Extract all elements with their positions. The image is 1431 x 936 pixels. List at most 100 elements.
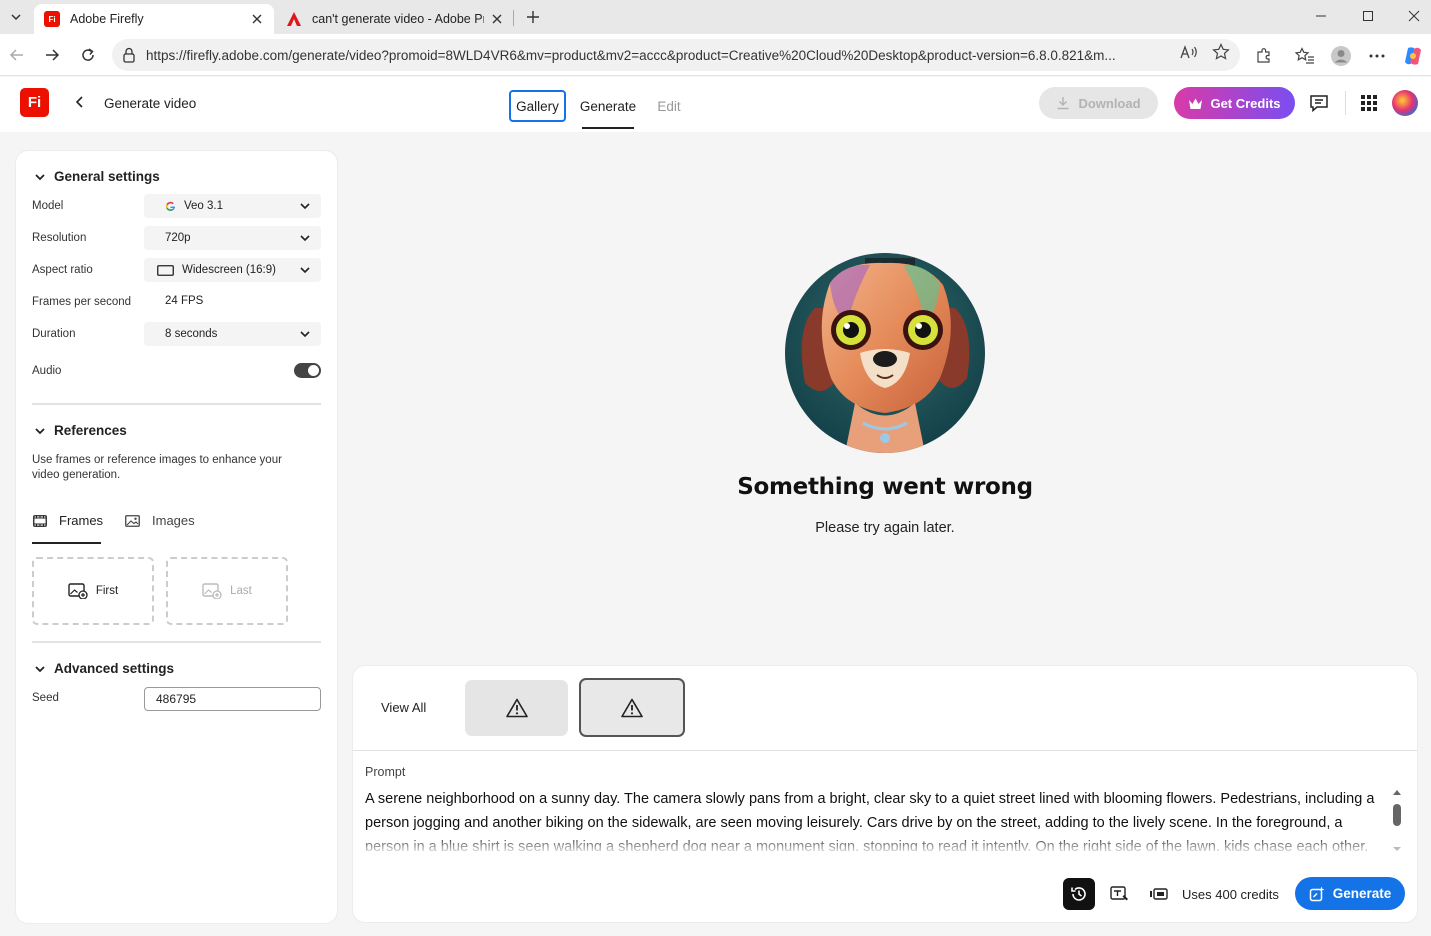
download-button[interactable]: Download	[1039, 87, 1158, 119]
back-button[interactable]	[4, 42, 30, 68]
read-aloud-button[interactable]	[1179, 42, 1199, 62]
tab-frames[interactable]: Frames	[33, 513, 103, 528]
tab-gallery[interactable]: Gallery	[509, 90, 566, 122]
seed-label: Seed	[32, 692, 59, 704]
resolution-value: 720p	[165, 232, 191, 244]
resolution-picker[interactable]: 720p	[144, 226, 321, 250]
scroll-down-icon[interactable]	[1392, 846, 1402, 852]
url-field[interactable]: https://firefly.adobe.com/generate/video…	[112, 39, 1240, 71]
extensions-button[interactable]	[1252, 44, 1276, 68]
camera-motion-button[interactable]	[1142, 878, 1174, 910]
aspect-ratio-label: Aspect ratio	[32, 264, 93, 276]
chevron-down-icon	[300, 331, 310, 338]
references-header[interactable]: References	[34, 423, 127, 438]
browser-tab-bar: Fi Adobe Firefly can't generate video - …	[0, 0, 1431, 34]
app-grid-icon	[1361, 95, 1377, 111]
view-all-link[interactable]: View All	[381, 700, 426, 715]
browser-tab-firefly[interactable]: Fi Adobe Firefly	[34, 4, 274, 34]
first-frame-slot[interactable]: First	[32, 557, 154, 625]
dog-illustration-icon	[785, 253, 985, 453]
close-window-button[interactable]	[1391, 0, 1431, 32]
page-title: Generate video	[104, 96, 197, 111]
active-tab-indicator	[32, 542, 101, 544]
add-image-icon	[202, 583, 222, 599]
favorites-list-icon	[1295, 47, 1314, 64]
refresh-icon	[82, 48, 94, 61]
chevron-down-icon	[35, 665, 45, 672]
audio-label: Audio	[32, 365, 62, 377]
copilot-icon	[1405, 47, 1421, 65]
generation-thumbnail[interactable]	[465, 680, 568, 736]
warning-icon	[505, 698, 528, 718]
model-value: Veo 3.1	[184, 200, 224, 212]
aspect-ratio-picker[interactable]: Widescreen (16:9)	[144, 258, 321, 282]
close-tab-icon[interactable]	[490, 12, 504, 26]
tab-images[interactable]: Images	[125, 513, 195, 528]
new-tab-button[interactable]	[522, 6, 544, 28]
uses-credits-text: Uses 400 credits	[1182, 887, 1279, 902]
seed-input[interactable]: 486795	[144, 687, 321, 711]
tab-list-button[interactable]	[4, 6, 28, 28]
copilot-button[interactable]	[1401, 44, 1425, 68]
profile-icon	[1331, 46, 1351, 66]
feedback-button[interactable]	[1308, 92, 1330, 114]
star-icon	[1212, 43, 1230, 60]
generation-thumbnail-selected[interactable]	[579, 678, 685, 737]
browser-tab-adobe-community[interactable]: can't generate video - Adobe Pro	[276, 4, 514, 34]
back-chevron-icon[interactable]	[72, 94, 88, 110]
error-subtitle: Please try again later.	[815, 520, 955, 536]
fps-label: Frames per second	[32, 296, 132, 308]
maximize-button[interactable]	[1345, 0, 1391, 32]
duration-picker[interactable]: 8 seconds	[144, 322, 321, 346]
advanced-settings-title: Advanced settings	[54, 661, 175, 676]
ellipsis-icon	[1369, 54, 1385, 58]
close-tab-icon[interactable]	[250, 12, 264, 26]
get-credits-button[interactable]: Get Credits	[1174, 87, 1295, 119]
read-aloud-icon	[1180, 45, 1197, 59]
minimize-button[interactable]	[1298, 0, 1344, 32]
scroll-up-icon[interactable]	[1392, 788, 1402, 796]
more-button[interactable]	[1365, 44, 1389, 68]
favorite-button[interactable]	[1211, 42, 1231, 62]
audio-toggle[interactable]	[294, 363, 321, 378]
download-label: Download	[1078, 95, 1141, 111]
prompt-scrollbar[interactable]	[1393, 804, 1401, 826]
apps-button[interactable]	[1358, 92, 1380, 114]
crown-icon	[1189, 98, 1203, 109]
video-camera-icon	[1150, 888, 1168, 900]
tab-edit[interactable]: Edit	[652, 90, 686, 122]
model-label: Model	[32, 200, 64, 212]
get-credits-label: Get Credits	[1210, 95, 1281, 111]
generate-label: Generate	[1332, 886, 1392, 901]
prompt-enhance-button[interactable]	[1104, 878, 1136, 910]
chevron-down-icon	[35, 173, 45, 180]
last-frame-slot[interactable]: Last	[166, 557, 288, 625]
tab-title: can't generate video - Adobe Pro	[312, 12, 484, 26]
favorites-button[interactable]	[1293, 44, 1317, 68]
panel-divider	[353, 750, 1417, 751]
advanced-settings-header[interactable]: Advanced settings	[34, 661, 174, 676]
chevron-down-icon	[300, 267, 310, 274]
last-frame-label: Last	[230, 585, 252, 597]
prompt-history-button[interactable]	[1063, 878, 1095, 910]
widescreen-icon	[157, 264, 174, 276]
text-edit-icon	[1110, 886, 1128, 901]
firefly-favicon-icon: Fi	[44, 11, 60, 27]
user-avatar[interactable]	[1392, 90, 1418, 116]
generate-button[interactable]: Generate	[1295, 877, 1405, 910]
model-picker[interactable]: Veo 3.1	[144, 194, 321, 218]
minimize-icon	[1316, 15, 1326, 17]
chat-bubble-icon	[1310, 95, 1328, 113]
firefly-logo[interactable]: Fi	[20, 88, 49, 117]
refresh-button[interactable]	[75, 42, 101, 68]
general-settings-header[interactable]: General settings	[34, 169, 160, 184]
plus-icon	[527, 11, 539, 23]
chevron-down-icon	[300, 235, 310, 242]
profile-button[interactable]	[1329, 44, 1353, 68]
tab-generate[interactable]: Generate	[578, 90, 638, 129]
fps-value: 24 FPS	[165, 295, 204, 307]
lock-icon	[123, 47, 135, 63]
close-icon	[1408, 10, 1420, 22]
forward-button[interactable]	[39, 42, 65, 68]
history-icon	[1071, 887, 1086, 901]
